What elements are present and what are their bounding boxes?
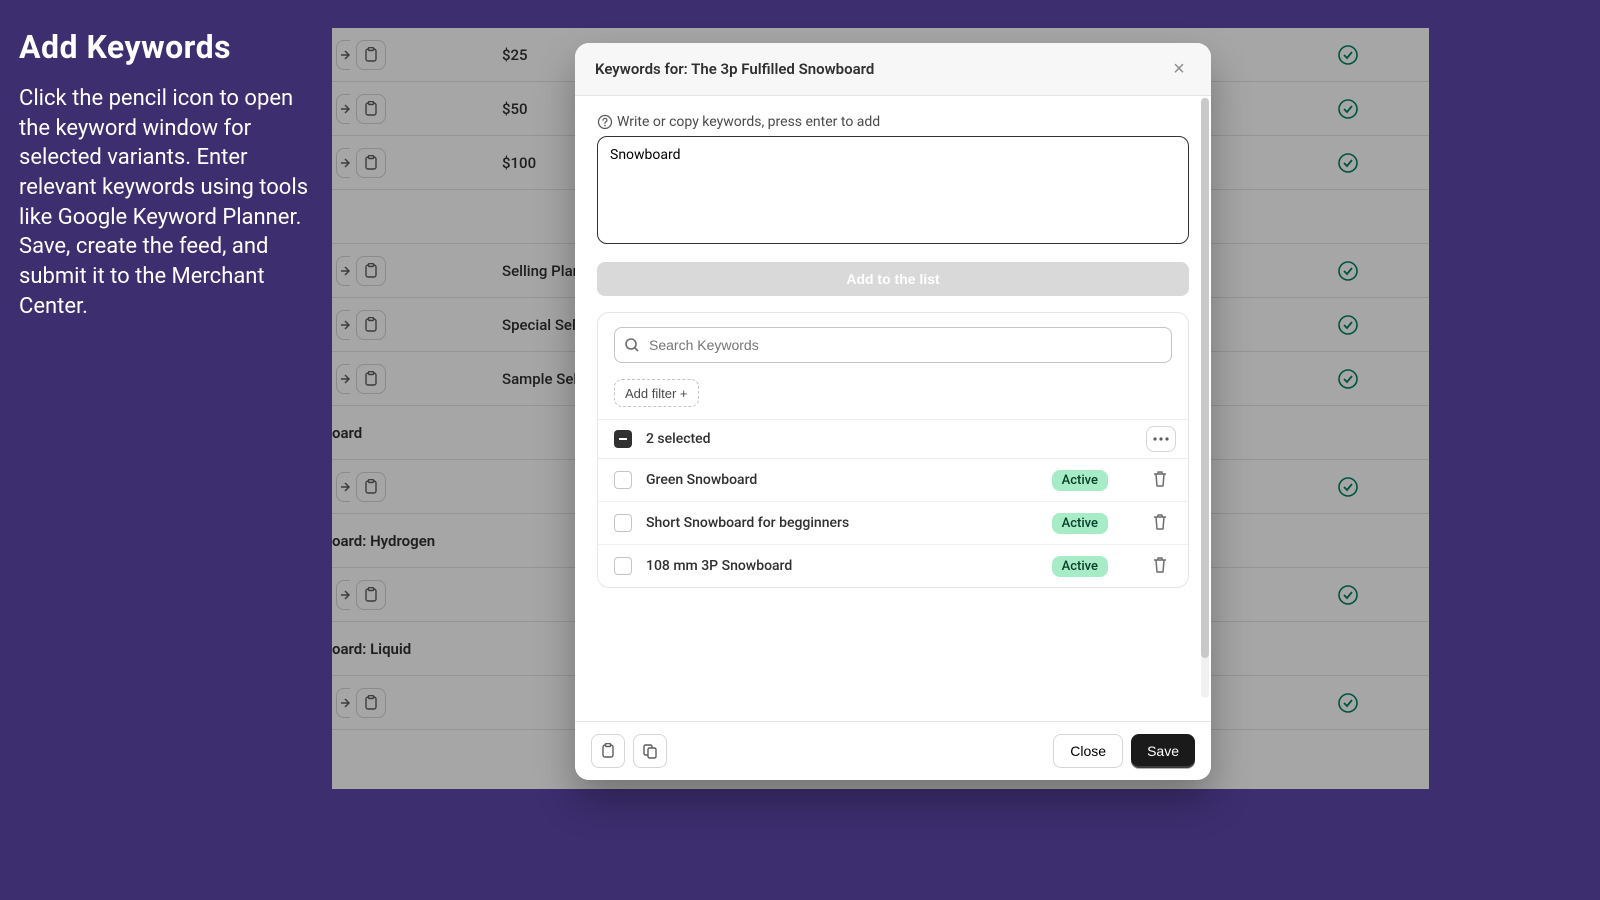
edit-icon[interactable] <box>336 580 350 610</box>
clipboard-icon[interactable] <box>356 688 386 718</box>
instruction-panel: Add Keywords Click the pencil icon to op… <box>19 28 314 322</box>
check-icon <box>1337 152 1359 174</box>
status-badge: Active <box>1052 470 1108 491</box>
clipboard-icon[interactable] <box>356 364 386 394</box>
clipboard-icon[interactable] <box>356 94 386 124</box>
add-to-list-button[interactable]: Add to the list <box>597 262 1189 296</box>
keyword-checkbox[interactable] <box>614 471 632 489</box>
edit-icon[interactable] <box>336 148 350 178</box>
edit-icon[interactable] <box>336 472 350 502</box>
check-icon <box>1337 476 1359 498</box>
selection-summary-row: 2 selected <box>598 419 1188 459</box>
modal-title: Keywords for: The 3p Fulfilled Snowboard <box>595 60 874 78</box>
keyword-row: 108 mm 3P Snowboard Active <box>598 545 1188 587</box>
check-icon <box>1337 260 1359 282</box>
keyword-row: Green Snowboard Active <box>598 459 1188 502</box>
instruction-title: Add Keywords <box>19 28 314 66</box>
copy-all-icon[interactable] <box>633 734 667 768</box>
keyword-checkbox[interactable] <box>614 557 632 575</box>
modal-footer: Close Save <box>575 721 1211 780</box>
clipboard-icon[interactable] <box>356 148 386 178</box>
keyword-name: Green Snowboard <box>646 472 757 488</box>
select-all-checkbox[interactable] <box>614 430 632 448</box>
keywords-textarea[interactable] <box>597 136 1189 244</box>
modal-header: Keywords for: The 3p Fulfilled Snowboard… <box>575 43 1211 96</box>
delete-icon[interactable] <box>1152 556 1168 577</box>
clipboard-icon[interactable] <box>356 310 386 340</box>
check-icon <box>1337 584 1359 606</box>
check-icon <box>1337 692 1359 714</box>
status-badge: Active <box>1052 556 1108 577</box>
paste-icon[interactable] <box>591 734 625 768</box>
edit-icon[interactable] <box>336 94 350 124</box>
close-button[interactable]: Close <box>1053 734 1123 768</box>
save-button[interactable]: Save <box>1131 734 1195 768</box>
delete-icon[interactable] <box>1152 513 1168 534</box>
edit-icon[interactable] <box>336 40 350 70</box>
close-icon[interactable]: × <box>1167 57 1191 81</box>
instruction-body: Click the pencil icon to open the keywor… <box>19 84 314 322</box>
edit-icon[interactable] <box>336 364 350 394</box>
modal-body: Write or copy keywords, press enter to a… <box>575 96 1211 721</box>
help-icon <box>597 114 613 130</box>
keyword-name: Short Snowboard for begginners <box>646 515 849 531</box>
clipboard-icon[interactable] <box>356 472 386 502</box>
clipboard-icon[interactable] <box>356 256 386 286</box>
textarea-label: Write or copy keywords, press enter to a… <box>597 114 1189 130</box>
keyword-checkbox[interactable] <box>614 514 632 532</box>
check-icon <box>1337 44 1359 66</box>
more-actions-button[interactable] <box>1146 426 1176 452</box>
row-price: $25 <box>502 46 528 64</box>
check-icon <box>1337 368 1359 390</box>
scrollbar-thumb[interactable] <box>1201 98 1209 658</box>
check-icon <box>1337 98 1359 120</box>
edit-icon[interactable] <box>336 310 350 340</box>
add-filter-button[interactable]: Add filter + <box>614 379 699 407</box>
row-price: $50 <box>502 100 528 118</box>
row-price: $100 <box>502 154 536 172</box>
modal-scrollbar[interactable] <box>1201 98 1209 698</box>
keywords-modal: Keywords for: The 3p Fulfilled Snowboard… <box>575 43 1211 780</box>
keyword-name: 108 mm 3P Snowboard <box>646 558 792 574</box>
keyword-row: Short Snowboard for begginners Active <box>598 502 1188 545</box>
clipboard-icon[interactable] <box>356 580 386 610</box>
edit-icon[interactable] <box>336 256 350 286</box>
selection-count: 2 selected <box>646 431 711 447</box>
search-icon <box>624 337 640 353</box>
clipboard-icon[interactable] <box>356 40 386 70</box>
delete-icon[interactable] <box>1152 470 1168 491</box>
check-icon <box>1337 314 1359 336</box>
status-badge: Active <box>1052 513 1108 534</box>
search-keywords-input[interactable] <box>614 327 1172 363</box>
edit-icon[interactable] <box>336 688 350 718</box>
keywords-list-card: Add filter + 2 selected Green Snowboard … <box>597 312 1189 588</box>
